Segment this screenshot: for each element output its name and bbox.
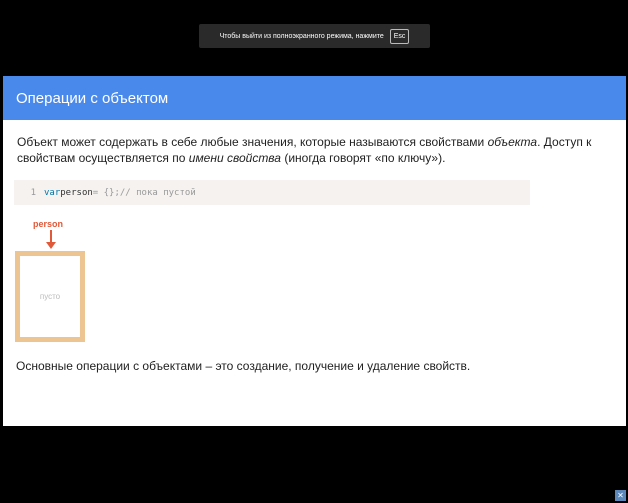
intro-text-1: Объект может содержать в себе любые знач… xyxy=(17,135,488,149)
code-punctuation: = {}; xyxy=(92,187,120,198)
slide: Операции с объектом Объект может содержа… xyxy=(3,76,626,501)
intro-emphasis-2: имени свойства xyxy=(188,151,281,165)
fullscreen-toggle-icon[interactable]: ✕ xyxy=(615,490,626,501)
code-keyword: var xyxy=(44,187,61,198)
intro-paragraph: Объект может содержать в себе любые знач… xyxy=(17,134,607,166)
box-text: пусто xyxy=(39,292,61,301)
object-box: пусто xyxy=(15,251,85,342)
line-number: 1 xyxy=(30,187,36,198)
intro-text-3: (иногда говорят «по ключу»). xyxy=(280,151,446,165)
esc-key: Esc xyxy=(389,28,410,44)
diagram-label: person xyxy=(33,219,64,229)
intro-emphasis-1: объекта xyxy=(487,135,538,149)
summary-text: Основные операции с объектами – это созд… xyxy=(16,359,471,373)
slide-title: Операции с объектом xyxy=(16,89,169,107)
code-comment: // пока пустой xyxy=(119,187,196,198)
code-block: 1 var person = {}; // пока пустой xyxy=(14,180,530,205)
fullscreen-exit-notice: Чтобы выйти из полноэкранного режима, на… xyxy=(199,24,430,48)
code-variable: person xyxy=(60,187,93,198)
fullscreen-notice-text: Чтобы выйти из полноэкранного режима, на… xyxy=(219,32,384,40)
slide-header: Операции с объектом xyxy=(3,76,626,120)
arrow-down-icon xyxy=(46,230,56,249)
